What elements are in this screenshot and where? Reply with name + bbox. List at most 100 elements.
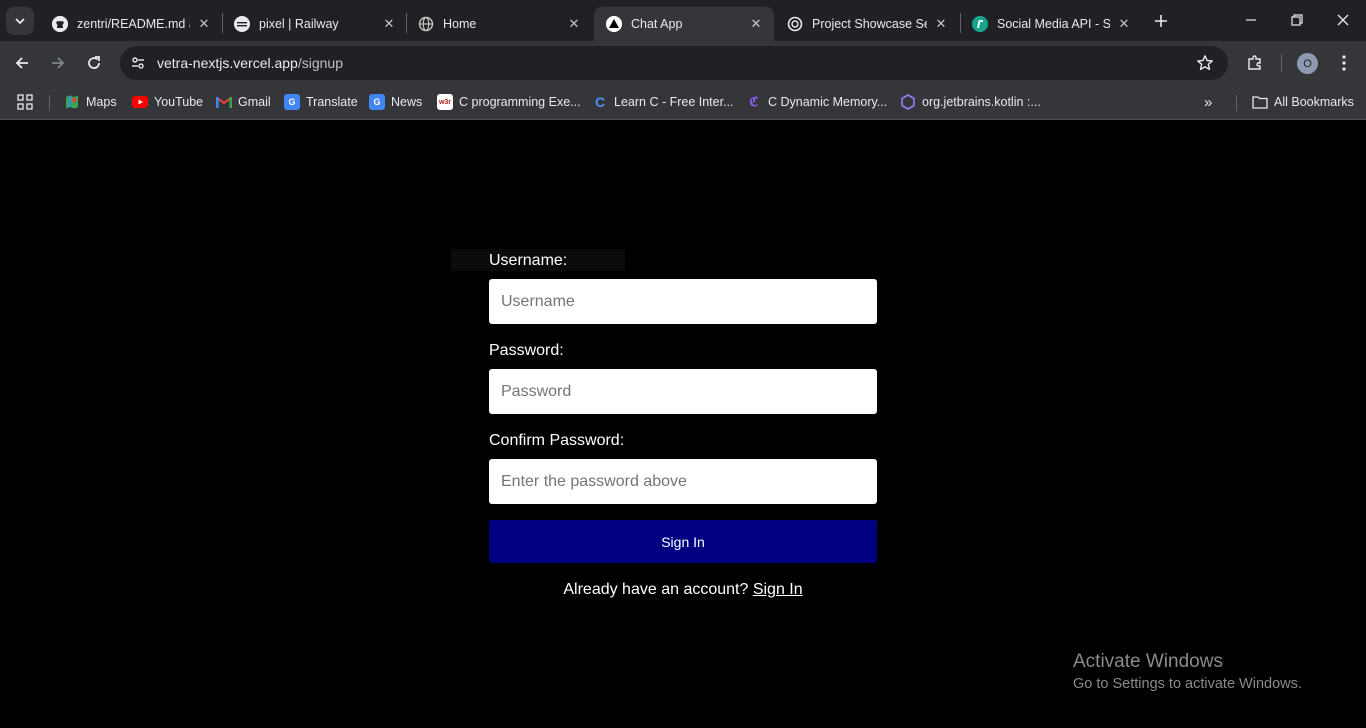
- reload-button[interactable]: [81, 50, 107, 76]
- password-label: Password:: [489, 342, 564, 359]
- more-bookmarks-button[interactable]: »: [1204, 92, 1212, 112]
- bookmark-label: C programming Exe...: [459, 95, 581, 109]
- more-vert-icon: [1342, 55, 1346, 71]
- watermark-title: Activate Windows: [1073, 651, 1223, 672]
- close-icon[interactable]: ✕: [566, 16, 582, 32]
- url-text: vetra-nextjs.vercel.app/signup: [157, 55, 343, 71]
- bookmark-label: Gmail: [238, 95, 271, 109]
- tab-2[interactable]: Home ✕: [406, 7, 592, 41]
- restore-button[interactable]: [1274, 0, 1320, 40]
- restore-icon: [1291, 14, 1303, 26]
- minimize-button[interactable]: [1228, 0, 1274, 40]
- tab-5[interactable]: Social Media API - Sw ✕: [960, 7, 1142, 41]
- tab-title: Social Media API - Sw: [997, 17, 1110, 31]
- tab-title: Chat App: [631, 17, 683, 31]
- plus-icon: [1155, 15, 1167, 27]
- bookmark-label: Maps: [86, 95, 117, 109]
- close-icon[interactable]: ✕: [1116, 16, 1132, 32]
- maps-icon: [64, 94, 80, 110]
- minimize-icon: [1246, 19, 1256, 21]
- bookmark-label: Translate: [306, 95, 358, 109]
- extensions-button[interactable]: [1245, 53, 1265, 73]
- password-input[interactable]: [489, 369, 877, 414]
- tab-search-button[interactable]: [6, 7, 34, 35]
- profile-avatar[interactable]: O: [1297, 53, 1318, 74]
- arrow-right-icon: [52, 57, 65, 69]
- translate-icon: G: [284, 94, 300, 110]
- tab-4[interactable]: Project Showcase Set ✕: [775, 7, 959, 41]
- puzzle-icon: [1248, 55, 1261, 70]
- bookmarks-divider: [1236, 95, 1237, 111]
- apps-button[interactable]: [17, 92, 33, 112]
- bookmarks-bar: Maps YouTube Gmail G Translate G News w3…: [0, 85, 1366, 120]
- bookmarks-divider: [49, 95, 50, 111]
- watermark-subtitle: Go to Settings to activate Windows.: [1073, 676, 1302, 692]
- tab-title: Home: [443, 17, 477, 31]
- close-icon[interactable]: ✕: [381, 16, 397, 32]
- confirm-password-input[interactable]: [489, 459, 877, 504]
- bookmark-translate[interactable]: G Translate: [284, 92, 358, 112]
- confirm-password-label: Confirm Password:: [489, 432, 625, 449]
- all-bookmarks-label: All Bookmarks: [1274, 95, 1354, 109]
- bookmark-label: Learn C - Free Inter...: [614, 95, 734, 109]
- close-icon[interactable]: ✕: [933, 16, 949, 32]
- bookmark-youtube[interactable]: YouTube: [132, 92, 203, 112]
- reload-icon: [88, 56, 100, 69]
- bookmark-c-dynamic[interactable]: ℭ C Dynamic Memory...: [746, 92, 887, 112]
- page-content: Username: Password: Confirm Password: Si…: [0, 121, 1366, 728]
- toolbar-divider: [1281, 54, 1282, 72]
- chevron-double-right-icon: »: [1204, 93, 1213, 111]
- c-icon: ℭ: [749, 94, 759, 109]
- account-prompt-line: Already have an account? Sign In: [0, 581, 1366, 599]
- tab-1[interactable]: pixel | Railway ✕: [222, 7, 407, 41]
- nextjs-icon: [606, 16, 622, 32]
- apps-grid-icon: [17, 94, 33, 110]
- youtube-icon: [132, 94, 148, 110]
- tab-0[interactable]: zentri/README.md at ✕: [40, 7, 222, 41]
- bookmark-news[interactable]: G News: [369, 92, 422, 112]
- site-info-icon[interactable]: [126, 51, 150, 75]
- back-button[interactable]: [9, 50, 35, 76]
- openai-icon: [787, 16, 803, 32]
- bookmark-c-programming[interactable]: w3r C programming Exe...: [437, 92, 581, 112]
- arrow-left-icon: [15, 57, 28, 69]
- swagger-icon: [972, 16, 988, 32]
- bookmark-star-icon[interactable]: [1196, 54, 1214, 72]
- close-icon[interactable]: ✕: [196, 16, 212, 32]
- bookmark-label: org.jetbrains.kotlin :...: [922, 95, 1041, 109]
- url-host: vetra-nextjs.vercel.app: [157, 55, 298, 71]
- account-prompt-text: Already have an account?: [563, 581, 749, 598]
- menu-button[interactable]: [1334, 53, 1354, 73]
- railway-icon: [234, 16, 250, 32]
- submit-button[interactable]: Sign In: [489, 520, 877, 563]
- learnc-icon: C: [594, 94, 606, 110]
- news-icon: G: [369, 94, 385, 110]
- bookmark-label: News: [391, 95, 423, 109]
- address-bar[interactable]: vetra-nextjs.vercel.app/signup: [120, 46, 1228, 80]
- sign-in-link[interactable]: Sign In: [753, 581, 803, 598]
- forward-button[interactable]: [45, 50, 71, 76]
- github-icon: [52, 16, 68, 32]
- gmail-icon: [216, 94, 232, 110]
- tab-title: Project Showcase Set: [812, 17, 927, 31]
- username-input[interactable]: [489, 279, 877, 324]
- bookmark-label: C Dynamic Memory...: [768, 95, 888, 109]
- bookmark-label: YouTube: [154, 95, 204, 109]
- bookmark-learn-c[interactable]: C Learn C - Free Inter...: [592, 92, 734, 112]
- chevron-down-icon: [15, 18, 25, 25]
- folder-icon: [1252, 94, 1268, 110]
- close-icon[interactable]: ✕: [748, 16, 764, 32]
- bookmark-gmail[interactable]: Gmail: [216, 92, 271, 112]
- w3r-icon: w3r: [437, 94, 453, 110]
- bookmark-maps[interactable]: Maps: [64, 92, 117, 112]
- browser-toolbar: vetra-nextjs.vercel.app/signup: [0, 41, 1366, 85]
- tab-title: zentri/README.md at: [77, 17, 190, 31]
- new-tab-button[interactable]: [1150, 10, 1172, 32]
- all-bookmarks-button[interactable]: All Bookmarks: [1252, 92, 1354, 112]
- tab-strip: zentri/README.md at ✕ pixel | Railway ✕ …: [0, 0, 1366, 41]
- close-window-button[interactable]: [1320, 0, 1366, 40]
- tab-3-active[interactable]: Chat App ✕: [594, 7, 774, 41]
- hex-icon: [900, 94, 916, 110]
- username-label: Username:: [489, 252, 568, 269]
- bookmark-kotlin[interactable]: org.jetbrains.kotlin :...: [900, 92, 1041, 112]
